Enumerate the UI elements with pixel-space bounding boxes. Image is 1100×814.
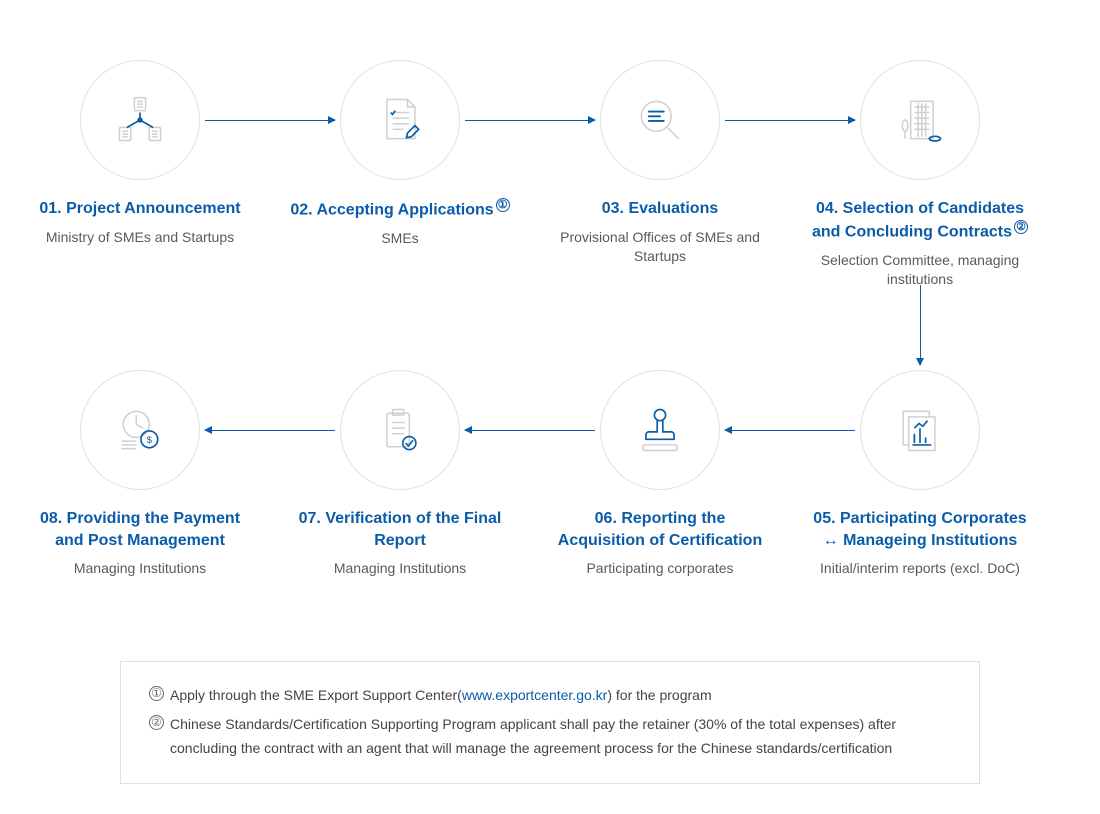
footnotes-box: ① Apply through the SME Export Support C… [120, 661, 980, 784]
step-01-sub: Ministry of SMEs and Startups [30, 228, 250, 248]
step-05-title: 05. Participating Corporates ↔ Manageing… [810, 508, 1030, 551]
arrow-4-5 [920, 285, 921, 365]
step-07-circle [340, 370, 460, 490]
step-08: $ 08. Providing the Payment and Post Man… [30, 370, 250, 579]
step-08-circle: $ [80, 370, 200, 490]
application-form-icon [372, 92, 428, 148]
step-06-title: 06. Reporting the Acquisition of Certifi… [550, 508, 770, 551]
magnifier-icon [632, 92, 688, 148]
building-icon [892, 92, 948, 148]
step-02-circle [340, 60, 460, 180]
svg-text:$: $ [147, 435, 153, 445]
step-07: 07. Verification of the Final Report Man… [290, 370, 510, 579]
step-02: 02. Accepting Applications① SMEs [290, 60, 510, 249]
arrow-5-6 [725, 430, 855, 431]
step-07-title: 07. Verification of the Final Report [290, 508, 510, 551]
step-05-circle [860, 370, 980, 490]
step-02-title: 02. Accepting Applications① [290, 198, 510, 221]
process-diagram: 01. Project Announcement Ministry of SME… [0, 0, 1100, 814]
step-08-sub: Managing Institutions [30, 559, 250, 579]
step-07-sub: Managing Institutions [290, 559, 510, 579]
step-02-sub: SMEs [290, 229, 510, 249]
arrow-3-4 [725, 120, 855, 121]
step-08-title: 08. Providing the Payment and Post Manag… [30, 508, 250, 551]
report-chart-icon [892, 402, 948, 458]
arrow-2-3 [465, 120, 595, 121]
step-04-sub: Selection Committee, managing institutio… [810, 251, 1030, 290]
arrow-6-7 [465, 430, 595, 431]
arrow-1-2 [205, 120, 335, 121]
step-03-circle [600, 60, 720, 180]
step-06: 06. Reporting the Acquisition of Certifi… [550, 370, 770, 579]
step-06-circle [600, 370, 720, 490]
step-01-title: 01. Project Announcement [30, 198, 250, 220]
step-05: 05. Participating Corporates ↔ Manageing… [810, 370, 1030, 579]
step-06-sub: Participating corporates [550, 559, 770, 579]
stamp-icon [632, 402, 688, 458]
step-04-circle [860, 60, 980, 180]
payment-clock-icon: $ [112, 402, 168, 458]
footnote-2: ② Chinese Standards/Certification Suppor… [149, 713, 951, 761]
step-05-sub: Initial/interim reports (excl. DoC) [810, 559, 1030, 579]
step-04: 04. Selection of Candidates and Concludi… [810, 60, 1030, 290]
distribution-icon [112, 92, 168, 148]
arrow-7-8 [205, 430, 335, 431]
step-03: 03. Evaluations Provisional Offices of S… [550, 60, 770, 267]
step-01: 01. Project Announcement Ministry of SME… [30, 60, 250, 247]
step-03-sub: Provisional Offices of SMEs and Startups [550, 228, 770, 267]
footnote-1: ① Apply through the SME Export Support C… [149, 684, 951, 708]
export-center-link[interactable]: www.exportcenter.go.kr [462, 687, 608, 703]
step-03-title: 03. Evaluations [550, 198, 770, 220]
step-04-title: 04. Selection of Candidates and Concludi… [810, 198, 1030, 243]
step-01-circle [80, 60, 200, 180]
clipboard-check-icon [372, 402, 428, 458]
